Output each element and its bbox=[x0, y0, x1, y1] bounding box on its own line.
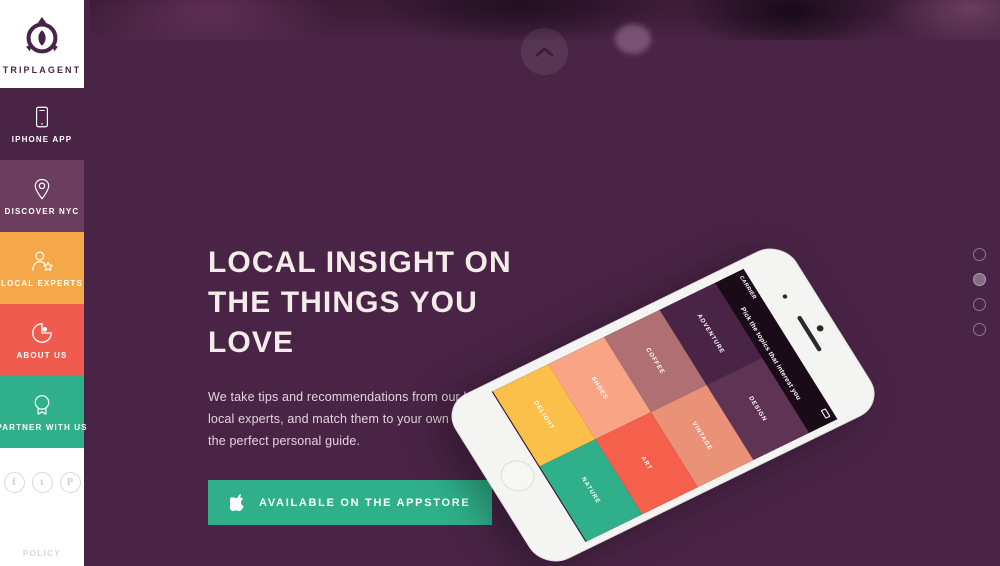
sidebar-item-iphone-app[interactable]: IPHONE APP bbox=[0, 88, 84, 160]
twitter-icon[interactable]: t bbox=[31, 471, 53, 493]
phone-sensor bbox=[781, 293, 789, 300]
pagination-dot-3[interactable] bbox=[973, 298, 986, 311]
hero-heading-line-1: LOCAL INSIGHT ON bbox=[208, 246, 512, 279]
phone-screen: CARRIER Pick the topics that interest yo… bbox=[491, 268, 838, 542]
phone-home-button[interactable] bbox=[494, 455, 541, 497]
brand-logo[interactable]: TRIPLAGENT bbox=[0, 0, 84, 88]
facebook-icon[interactable]: f bbox=[3, 471, 25, 493]
apple-logo-icon bbox=[230, 493, 244, 512]
battery-icon bbox=[821, 407, 832, 419]
sidebar-item-about-us[interactable]: ABOUT US bbox=[0, 304, 84, 376]
pagination-dot-2[interactable] bbox=[973, 273, 986, 286]
brand-name: TRIPLAGENT bbox=[2, 64, 82, 75]
sidebar-item-discover-nyc[interactable]: DISCOVER NYC bbox=[0, 160, 84, 232]
slide-pagination bbox=[973, 248, 986, 336]
sidebar-item-local-experts[interactable]: LOCAL EXPERTS bbox=[0, 232, 84, 304]
topic-tile-label: SHOES bbox=[589, 375, 610, 401]
topic-tile-label: COFFEE bbox=[644, 346, 667, 376]
hero-heading-line-2: THE THINGS YOU LOVE bbox=[208, 286, 478, 359]
appstore-button[interactable]: AVAILABLE ON THE APPSTORE bbox=[208, 480, 493, 525]
topic-tile-label: VINTAGE bbox=[690, 420, 714, 452]
topic-tile-label: ADVENTURE bbox=[695, 312, 726, 355]
person-star-icon bbox=[32, 251, 53, 271]
pagination-dot-4[interactable] bbox=[973, 323, 986, 336]
topic-tile-label: NATURE bbox=[579, 476, 602, 505]
map-pin-icon bbox=[34, 178, 50, 200]
sidebar-item-label: LOCAL EXPERTS bbox=[1, 279, 83, 288]
scroll-up-button[interactable] bbox=[521, 28, 568, 75]
background-photo-blob bbox=[615, 24, 651, 54]
sidebar-item-label: IPHONE APP bbox=[11, 135, 73, 144]
chevron-up-icon bbox=[535, 46, 554, 57]
policy-link[interactable]: POLICY bbox=[0, 549, 84, 558]
badge-ribbon-icon bbox=[34, 395, 50, 415]
sidebar-item-label: DISCOVER NYC bbox=[4, 207, 80, 216]
appstore-button-label: AVAILABLE ON THE APPSTORE bbox=[259, 496, 471, 509]
sidebar-item-label: ABOUT US bbox=[16, 351, 68, 360]
speech-bubble-icon bbox=[32, 323, 52, 343]
phone-icon bbox=[35, 106, 49, 128]
phone-camera bbox=[815, 324, 825, 333]
page-root: TRIPLAGENT IPHONE APP DISCOVER NYC LOCAL… bbox=[0, 0, 1000, 566]
sidebar-item-partner-with-us[interactable]: PARTNER WITH US bbox=[0, 376, 87, 448]
page-title: LOCAL INSIGHT ON THE THINGS YOU LOVE bbox=[208, 243, 538, 363]
sidebar: TRIPLAGENT IPHONE APP DISCOVER NYC LOCAL… bbox=[0, 0, 87, 566]
compass-leaf-logo-icon bbox=[26, 16, 58, 53]
topic-tile-label: DESIGN bbox=[747, 395, 769, 423]
pagination-dot-1[interactable] bbox=[973, 248, 986, 261]
phone-speaker bbox=[796, 315, 823, 352]
phone-mockup: CARRIER Pick the topics that interest yo… bbox=[440, 212, 943, 566]
topic-tile-label: DELIGHT bbox=[532, 399, 556, 431]
topic-tile-label: ART bbox=[639, 455, 654, 472]
social-links: f t P bbox=[0, 448, 84, 516]
sidebar-item-label: PARTNER WITH US bbox=[0, 423, 88, 432]
pinterest-icon[interactable]: P bbox=[59, 471, 81, 493]
